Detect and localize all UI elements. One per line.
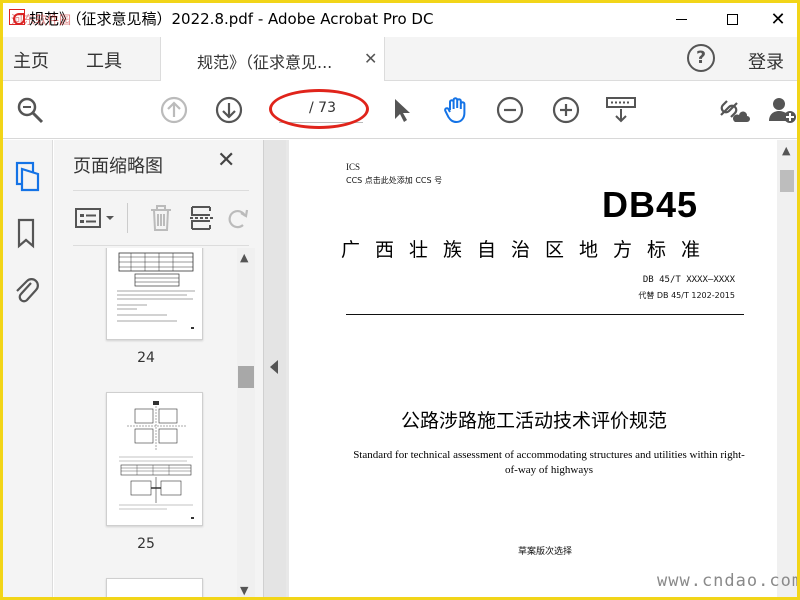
rotate-page-icon[interactable] <box>225 203 249 233</box>
page-number-input[interactable] <box>285 99 305 119</box>
document-tab[interactable]: 规范》（征求意见... ✕ <box>160 37 385 82</box>
thumbnail-scrollbar[interactable]: ▲ ▼ <box>237 248 255 597</box>
ics-label: ICS <box>346 162 361 172</box>
scroll-up-arrow[interactable]: ▲ <box>240 251 248 264</box>
document-title-zh: 公路涉路施工活动技术评价规范 <box>400 410 667 432</box>
next-page-icon[interactable] <box>214 95 244 125</box>
minimize-icon <box>675 18 687 20</box>
thumbnail-options-icon[interactable] <box>73 205 125 233</box>
minimize-button[interactable] <box>658 3 704 35</box>
document-tab-close-button[interactable]: ✕ <box>364 49 377 68</box>
zoom-out-icon[interactable] <box>495 95 525 125</box>
ccs-label: CCS 点击此处添加 CCS 号 <box>346 176 443 185</box>
thumbnail-page-24[interactable] <box>106 248 203 340</box>
thumbnail-page-number: 25 <box>137 536 155 552</box>
site-watermark-top: 河东软件园 <box>11 13 72 27</box>
panel-toolbar <box>73 190 249 246</box>
standard-number: DB 45/T XXXX—XXXX <box>642 275 735 285</box>
document-scrollbar[interactable]: ▲ <box>777 140 797 597</box>
thumbnail-list[interactable]: 24 25 <box>54 248 238 597</box>
close-window-button[interactable]: ✕ <box>755 3 797 35</box>
panel-close-button[interactable]: ✕ <box>217 148 235 173</box>
menu-tools[interactable]: 工具 <box>86 47 122 73</box>
share-link-icon[interactable] <box>715 95 751 125</box>
standard-type: 广西壮族自治区地方标准 <box>341 239 716 261</box>
delete-page-icon[interactable] <box>147 203 175 233</box>
page-fit-icon[interactable] <box>604 95 638 125</box>
navigation-rail <box>3 140 53 597</box>
maximize-icon <box>726 13 738 25</box>
page-thumbnails-icon[interactable] <box>11 160 41 194</box>
document-title-en: Standard for technical assessment of acc… <box>353 449 745 476</box>
db45-logo: DB45 <box>602 184 699 225</box>
zoom-search-icon[interactable] <box>15 95 45 125</box>
menu-home[interactable]: 主页 <box>13 47 49 73</box>
doc-scrollbar-thumb[interactable] <box>780 170 794 192</box>
login-button[interactable]: 登录 <box>748 48 784 74</box>
title-bar: 规范》（征求意见稿）2022.8.pdf - Adobe Acrobat Pro… <box>3 3 797 35</box>
app-window: 规范》（征求意见稿）2022.8.pdf - Adobe Acrobat Pro… <box>0 0 800 600</box>
thumbnail-panel: 页面缩略图 ✕ 24 25 ▲ ▼ <box>54 140 264 597</box>
panel-title: 页面缩略图 <box>73 156 163 177</box>
site-watermark: www.cndao.com <box>657 571 800 591</box>
scrollbar-thumb[interactable] <box>238 366 254 388</box>
extract-page-icon[interactable] <box>188 203 216 233</box>
document-view[interactable]: ICS CCS 点击此处添加 CCS 号 DB45 广西壮族自治区地方标准 DB… <box>286 140 797 597</box>
attachments-icon[interactable] <box>11 273 41 307</box>
standard-replaces: 代替 DB 45/T 1202-2015 <box>638 291 735 300</box>
thumbnail-page-number: 24 <box>137 350 155 366</box>
draft-version-note: 草案版次选择 <box>517 547 572 557</box>
menu-tab-bar: 主页 工具 规范》（征求意见... ✕ ? 登录 <box>3 37 797 82</box>
doc-scroll-up-arrow[interactable]: ▲ <box>782 144 790 157</box>
document-page: ICS CCS 点击此处添加 CCS 号 DB45 广西壮族自治区地方标准 DB… <box>289 140 779 597</box>
collapse-left-icon <box>270 360 278 374</box>
main-toolbar: / 73 <box>3 81 797 139</box>
scroll-down-arrow[interactable]: ▼ <box>240 584 248 597</box>
thumbnail-page-26[interactable] <box>106 578 203 597</box>
add-user-icon[interactable] <box>767 95 797 125</box>
bookmarks-icon[interactable] <box>11 216 41 250</box>
help-icon[interactable]: ? <box>687 44 715 72</box>
horizontal-rule <box>346 314 744 315</box>
select-cursor-icon[interactable] <box>387 95 417 125</box>
thumbnail-page-25[interactable] <box>106 392 203 526</box>
page-total: / 73 <box>309 100 336 116</box>
zoom-in-icon[interactable] <box>551 95 581 125</box>
page-number-box: / 73 <box>279 95 363 123</box>
maximize-button[interactable] <box>709 3 755 35</box>
window-title: 规范》（征求意见稿）2022.8.pdf - Adobe Acrobat Pro… <box>29 10 434 28</box>
document-tab-label: 规范》（征求意见... <box>197 53 333 72</box>
previous-page-icon[interactable] <box>159 95 189 125</box>
panel-collapse-handle[interactable] <box>264 140 286 597</box>
hand-tool-icon[interactable] <box>441 95 471 125</box>
